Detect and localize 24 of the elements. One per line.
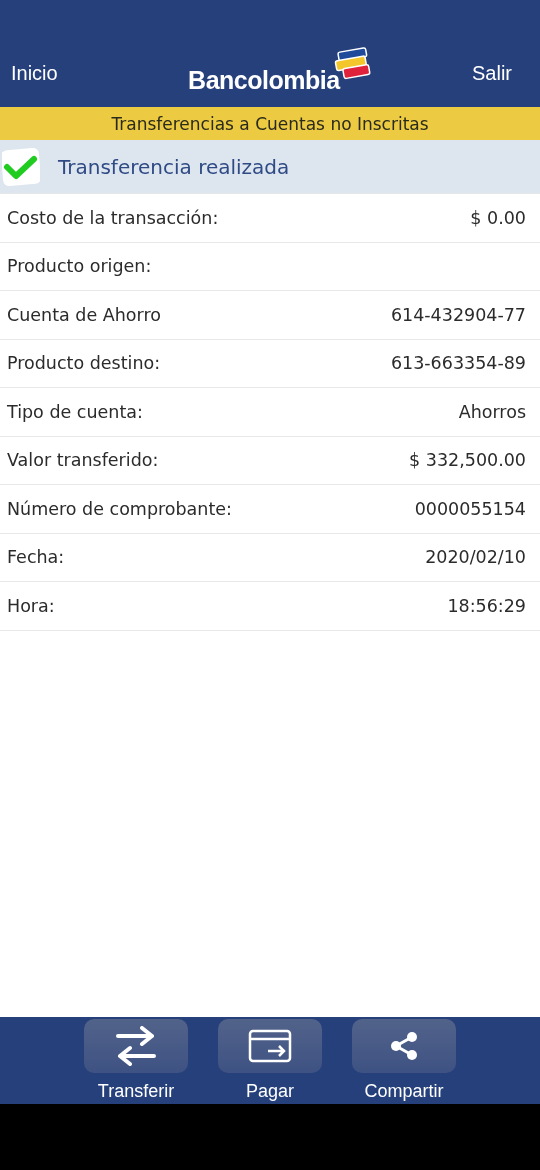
logo-text: Bancolombia [188,66,340,95]
section-title: Transferencias a Cuentas no Inscritas [0,107,540,140]
swap-arrows-icon [114,1026,158,1066]
row-label: Fecha: [7,547,65,568]
row-value: 613-663354-89 [390,353,526,374]
row-label: Producto origen: [7,256,152,277]
row-value: 2020/02/10 [425,547,526,568]
exit-link[interactable]: Salir [471,62,512,95]
row-label: Costo de la transacción: [7,207,219,228]
row-label: Cuenta de Ahorro [7,304,161,325]
row-label: Número de comprobante: [7,498,232,519]
row-label: Valor transferido: [7,450,159,471]
row-value: 18:56:29 [447,595,526,616]
row-value: Ahorros [458,401,526,422]
row-value: $ 0.00 [470,207,526,228]
share-icon [388,1030,420,1062]
home-link[interactable]: Inicio [11,62,58,95]
row-label: Hora: [7,595,55,616]
status-text: Transferencia realizada [58,154,290,179]
row-label: Producto destino: [7,353,161,374]
row-value: 0000055154 [414,498,526,519]
row-value: 614-432904-77 [390,304,526,325]
row-label: Tipo de cuenta: [7,401,143,422]
row-value: $ 332,500.00 [409,450,526,471]
